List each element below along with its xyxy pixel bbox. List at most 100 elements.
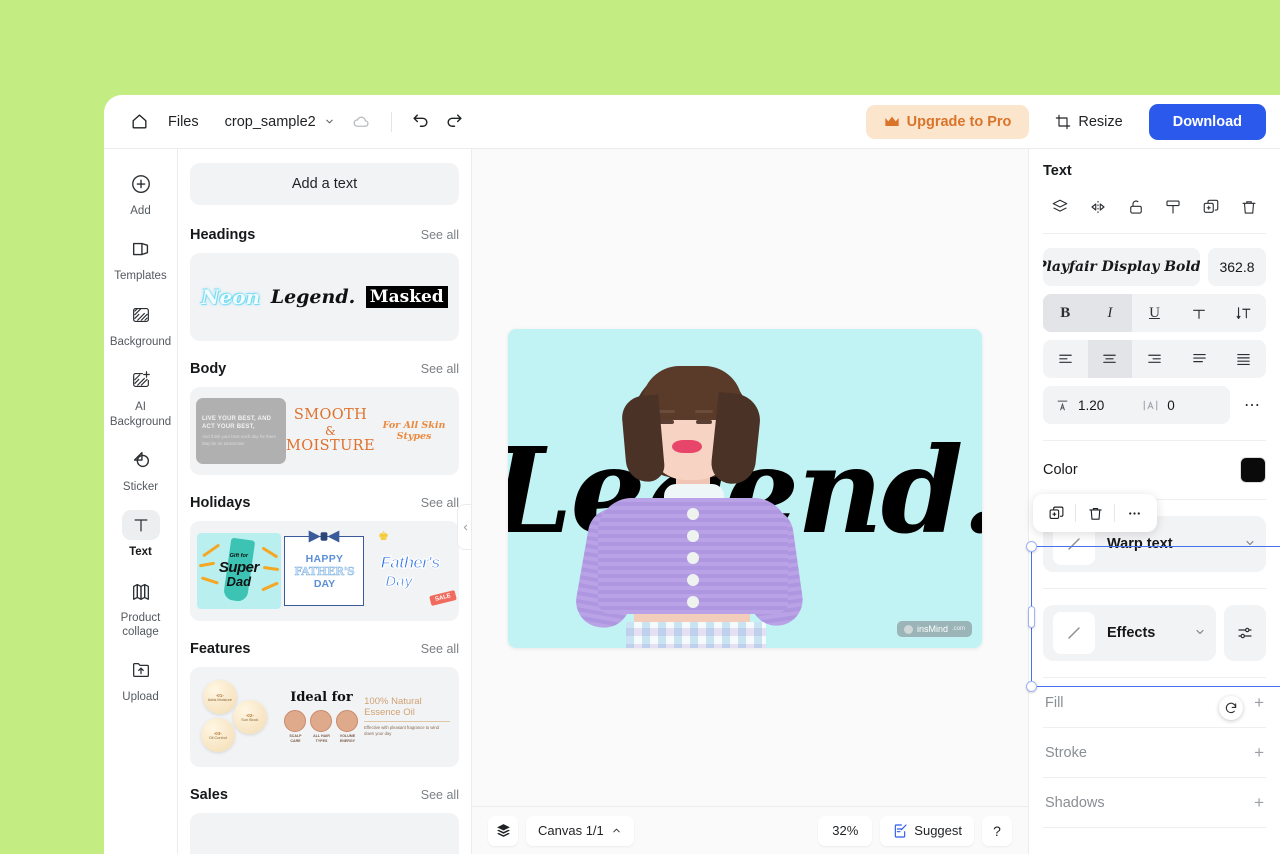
effects-none-thumb — [1053, 612, 1095, 654]
effects-button[interactable]: Effects — [1043, 605, 1216, 661]
sidebar-item-templates[interactable]: Templates — [109, 228, 173, 291]
add-a-text-button[interactable]: Add a text — [190, 163, 459, 205]
align-left-icon[interactable] — [1043, 340, 1088, 378]
more-options-icon[interactable]: ⋯ — [1238, 395, 1266, 415]
sales-samples-card[interactable] — [190, 813, 459, 854]
canvas-stage[interactable]: Legend. insMind .com — [472, 149, 1280, 806]
layer-order-icon[interactable] — [1045, 193, 1075, 221]
paint-format-icon[interactable] — [1158, 193, 1188, 221]
bowtie-icon — [309, 530, 340, 543]
ai-background-icon — [122, 365, 160, 395]
redo-icon[interactable] — [438, 105, 472, 139]
see-all-headings[interactable]: See all — [421, 228, 459, 242]
more-options-icon[interactable] — [1117, 498, 1151, 528]
holidays-samples-card[interactable]: Gift for Super Dad HAPPY FATHER'S DAY ♚ … — [190, 521, 459, 621]
undo-icon[interactable] — [404, 105, 438, 139]
features-samples-card[interactable]: -01- Adds Moisture -02- Sun Block -03- O… — [190, 667, 459, 767]
plus-icon[interactable]: + — [1254, 744, 1264, 761]
model-photo-layer[interactable] — [568, 358, 808, 648]
sidebar-item-product-collage[interactable]: Product collage — [109, 570, 173, 648]
volume-energy-label: VOLUME ENERGY — [339, 734, 356, 743]
canvas-page-selector[interactable]: Canvas 1/1 — [526, 815, 634, 846]
align-justify-icon[interactable] — [1177, 340, 1222, 378]
sidebar-item-background[interactable]: Background — [109, 294, 173, 357]
italic-icon[interactable]: I — [1087, 294, 1133, 332]
align-distribute-icon[interactable] — [1221, 340, 1266, 378]
sidebar-item-text[interactable]: Text — [109, 504, 173, 567]
sidebar-item-ai-background[interactable]: AI Background — [109, 359, 173, 437]
happy-line3: DAY — [313, 577, 336, 590]
resize-label: Resize — [1078, 113, 1123, 130]
sidebar-label-background: Background — [109, 335, 172, 348]
resize-button[interactable]: Resize — [1043, 106, 1134, 138]
see-all-body[interactable]: See all — [421, 362, 459, 376]
font-family-select[interactable]: Playfair Display BoldI — [1043, 248, 1200, 286]
strikethrough-icon[interactable] — [1177, 294, 1222, 332]
shadows-row[interactable]: Shadows + — [1043, 777, 1266, 827]
sample-ideal-for[interactable]: Ideal for SCALP CARE ALL HAIR TYPES VOLU… — [284, 690, 359, 743]
align-center-icon[interactable] — [1087, 340, 1133, 378]
plus-icon[interactable]: + — [1254, 694, 1264, 711]
see-all-sales[interactable]: See all — [421, 788, 459, 802]
unlock-icon[interactable] — [1121, 193, 1151, 221]
fill-row[interactable]: Fill + — [1043, 677, 1266, 727]
font-size-input[interactable]: 362.8 — [1208, 248, 1266, 286]
align-right-icon[interactable] — [1132, 340, 1177, 378]
app-header: Files crop_sample2 Upgrade to Pro Resize… — [104, 95, 1280, 149]
download-button[interactable]: Download — [1148, 103, 1266, 140]
sliders-icon[interactable] — [1224, 605, 1266, 661]
plus-icon[interactable]: + — [1254, 794, 1264, 811]
sample-super-dad[interactable]: Gift for Super Dad — [196, 533, 281, 609]
body-samples-card[interactable]: LIVE YOUR BEST, AND ACT YOUR BEST, And t… — [190, 387, 459, 475]
sample-legend[interactable]: Legend. — [271, 286, 356, 308]
sample-super-dad-dad: Dad — [226, 573, 252, 589]
flip-icon[interactable] — [1083, 193, 1113, 221]
sample-for-all-skin-stypes[interactable]: For All Skin Stypes — [375, 420, 453, 443]
cloud-sync-icon[interactable] — [345, 105, 379, 139]
sample-smooth-moisture[interactable]: SMOOTH & MOISTURE — [286, 407, 375, 455]
spacing-controls[interactable]: 1.20 0 — [1043, 386, 1230, 424]
selection-float-toolbar — [1033, 494, 1157, 532]
headings-samples-card[interactable]: Neon Legend. Masked — [190, 253, 459, 341]
sample-fathers-day-sale[interactable]: ♚ Father's Day SALE — [368, 529, 457, 609]
sample-natural-essence-oil[interactable]: 100% Natural Essence Oil Effective with … — [364, 696, 451, 738]
bold-icon[interactable]: B — [1043, 294, 1088, 332]
scalp-care-label: SCALP CARE — [289, 734, 302, 743]
file-name-dropdown[interactable]: crop_sample2 — [215, 108, 345, 136]
help-button[interactable]: ? — [982, 815, 1012, 846]
layers-icon[interactable] — [488, 815, 518, 846]
sidebar-item-sticker[interactable]: Sticker — [109, 439, 173, 502]
suggest-button[interactable]: Suggest — [880, 815, 974, 846]
delete-icon[interactable] — [1078, 498, 1112, 528]
upgrade-to-pro-button[interactable]: Upgrade to Pro — [865, 104, 1030, 139]
section-header-holidays: Holidays See all — [190, 495, 459, 511]
sample-feature-badges[interactable]: -01- Adds Moisture -02- Sun Block -03- O… — [199, 678, 279, 756]
effects-row: Effects — [1043, 605, 1266, 661]
see-all-features[interactable]: See all — [421, 642, 459, 656]
panel-collapse-button[interactable] — [457, 504, 471, 550]
text-direction-icon[interactable] — [1221, 294, 1266, 332]
sample-neon[interactable]: Neon — [201, 285, 260, 309]
sample-live-your-best[interactable]: LIVE YOUR BEST, AND ACT YOUR BEST, And t… — [196, 398, 286, 464]
sample-masked[interactable]: Masked — [365, 286, 448, 308]
zoom-level-button[interactable]: 32% — [818, 815, 873, 846]
sample-live-your-best-title: LIVE YOUR BEST, AND ACT YOUR BEST, — [202, 416, 272, 431]
files-menu[interactable]: Files — [156, 108, 211, 136]
see-all-holidays[interactable]: See all — [421, 496, 459, 510]
underline-icon[interactable]: U — [1132, 294, 1177, 332]
sample-happy-fathers-day-wrap[interactable]: HAPPY FATHER'S DAY — [282, 530, 366, 609]
toolbar-separator — [1075, 504, 1076, 522]
color-swatch[interactable] — [1240, 457, 1266, 483]
sidebar-item-upload[interactable]: Upload — [109, 649, 173, 712]
duplicate-icon[interactable] — [1039, 498, 1073, 528]
home-icon[interactable] — [122, 105, 156, 139]
chevron-down-icon — [1244, 537, 1256, 552]
artboard[interactable]: Legend. insMind .com — [508, 329, 982, 648]
suggest-label: Suggest — [914, 823, 962, 838]
sidebar-item-add[interactable]: Add — [109, 163, 173, 226]
section-header-sales: Sales See all — [190, 787, 459, 803]
duplicate-icon[interactable] — [1196, 193, 1226, 221]
delete-icon[interactable] — [1234, 193, 1264, 221]
section-title-features: Features — [190, 641, 251, 657]
stroke-row[interactable]: Stroke + — [1043, 727, 1266, 777]
